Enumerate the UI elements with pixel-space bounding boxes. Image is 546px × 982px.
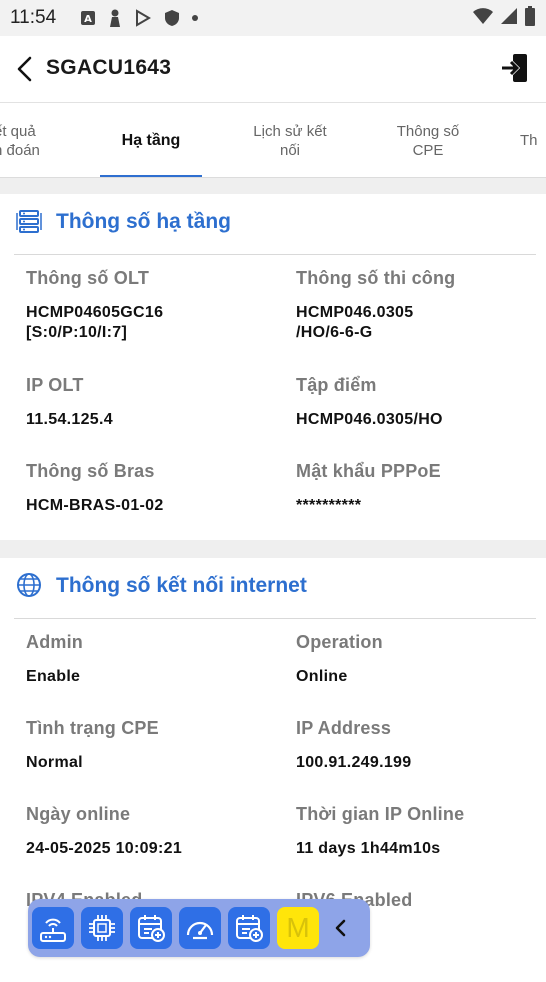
field-label: Mật khẩu PPPoE [296, 461, 441, 481]
divider [14, 618, 536, 619]
field-construction: Thông số thi công HCMP046.0305 /HO/6-6-G [296, 268, 536, 343]
field-value: 11 days 1h44m10s [296, 840, 441, 857]
divider [14, 254, 536, 255]
field-value: Normal [26, 754, 83, 771]
infrastructure-title: Thông số hạ tầng [56, 210, 231, 233]
field-ip-olt: IP OLT 11.54.125.4 [26, 375, 276, 430]
field-value: ********** [296, 497, 362, 514]
field-operation: Operation Online [296, 632, 536, 687]
m-button[interactable]: M [277, 907, 319, 949]
internet-title: Thông số kết nối internet [56, 574, 307, 597]
tab-connection-history[interactable]: Lịch sử kết nối [232, 103, 348, 177]
field-admin: Admin Enable [26, 632, 276, 687]
speed-test-button[interactable] [179, 907, 221, 949]
field-value: 24-05-2025 10:09:21 [26, 840, 183, 857]
field-label: IP OLT [26, 375, 84, 395]
m-label: M [286, 912, 310, 943]
person-icon [108, 9, 122, 27]
calendar-add-button-2[interactable] [228, 907, 270, 949]
wifi-icon [472, 7, 494, 30]
field-value: 11.54.125.4 [26, 411, 113, 428]
internet-header: Thông số kết nối internet [16, 572, 307, 600]
infrastructure-header: Thông số hạ tầng [16, 208, 231, 236]
field-label: Thông số OLT [26, 268, 150, 288]
field-label: Operation [296, 632, 383, 652]
field-ip-online-time: Thời gian IP Online 11 days 1h44m10s [296, 804, 536, 859]
battery-icon [524, 5, 536, 31]
speedometer-icon [186, 921, 214, 940]
field-bras: Thông số Bras HCM-BRAS-01-02 [26, 461, 276, 516]
field-label: Ngày online [26, 804, 131, 824]
field-value: HCMP04605GC16 [S:0/P:10/I:7] [26, 304, 164, 341]
shield-icon [164, 9, 180, 27]
field-pppoe-password: Mật khẩu PPPoE ********** [296, 461, 536, 516]
field-value: HCM-BRAS-01-02 [26, 497, 164, 514]
tab-label: ết quả n đoán [0, 122, 40, 159]
field-label: Admin [26, 632, 83, 652]
calendar-add-icon [236, 915, 263, 942]
infrastructure-card: Thông số hạ tầng Thông số OLT HCMP04605G… [0, 194, 546, 540]
field-cpe-status: Tình trạng CPE Normal [26, 718, 276, 773]
chevron-left-icon [335, 919, 346, 937]
field-value: HCMP046.0305 /HO/6-6-G [296, 304, 414, 341]
router-button[interactable] [32, 907, 74, 949]
dot-icon [192, 15, 198, 21]
server-rack-icon [16, 208, 44, 236]
tab-infrastructure[interactable]: Hạ tầng [100, 103, 202, 177]
globe-icon [16, 572, 44, 600]
a-box-icon: A [80, 10, 96, 26]
field-value: Online [296, 668, 348, 685]
logout-icon [502, 54, 527, 82]
status-time: 11:54 [10, 7, 57, 28]
tab-label: Lịch sử kết nối [253, 122, 327, 159]
floating-toolbar: M [28, 899, 370, 957]
tab-label: Th [520, 132, 538, 149]
field-label: Thông số Bras [26, 461, 155, 481]
status-bar: 11:54 A [0, 0, 546, 36]
tab-more[interactable]: Th [520, 103, 546, 177]
page-title: SGACU1643 [46, 56, 172, 79]
tab-cpe-params[interactable]: Thông số CPE [378, 103, 478, 177]
svg-text:A: A [84, 14, 92, 25]
tab-label: Hạ tầng [121, 132, 181, 149]
chip-icon [89, 915, 115, 941]
field-value: Enable [26, 668, 81, 685]
field-label: Tình trạng CPE [26, 718, 159, 738]
signal-icon [500, 7, 518, 30]
chevron-left-icon [17, 56, 32, 82]
tab-diagnosis-result[interactable]: ết quả n đoán [0, 103, 68, 177]
field-gathering-point: Tập điểm HCMP046.0305/HO [296, 375, 536, 430]
field-value: HCMP046.0305/HO [296, 411, 443, 428]
back-button[interactable] [14, 56, 36, 82]
field-label: Tập điểm [296, 375, 377, 395]
field-label: Thời gian IP Online [296, 804, 465, 824]
tab-bar: ết quả n đoán Hạ tầng Lịch sử kết nối Th… [0, 102, 546, 178]
chip-button[interactable] [81, 907, 123, 949]
field-online-date: Ngày online 24-05-2025 10:09:21 [26, 804, 276, 859]
field-label: IP Address [296, 718, 392, 738]
field-olt: Thông số OLT HCMP04605GC16 [S:0/P:10/I:7… [26, 268, 276, 343]
calendar-add-button[interactable] [130, 907, 172, 949]
collapse-toolbar-button[interactable] [326, 907, 356, 949]
calendar-add-icon [138, 915, 165, 942]
app-bar: SGACU1643 [0, 36, 546, 102]
field-label: Thông số thi công [296, 268, 456, 288]
tab-label: Thông số CPE [396, 122, 460, 159]
logout-button[interactable] [500, 52, 530, 84]
router-icon [40, 918, 66, 942]
field-value: 100.91.249.199 [296, 754, 412, 771]
play-store-icon [134, 9, 152, 27]
field-ip-address: IP Address 100.91.249.199 [296, 718, 536, 773]
